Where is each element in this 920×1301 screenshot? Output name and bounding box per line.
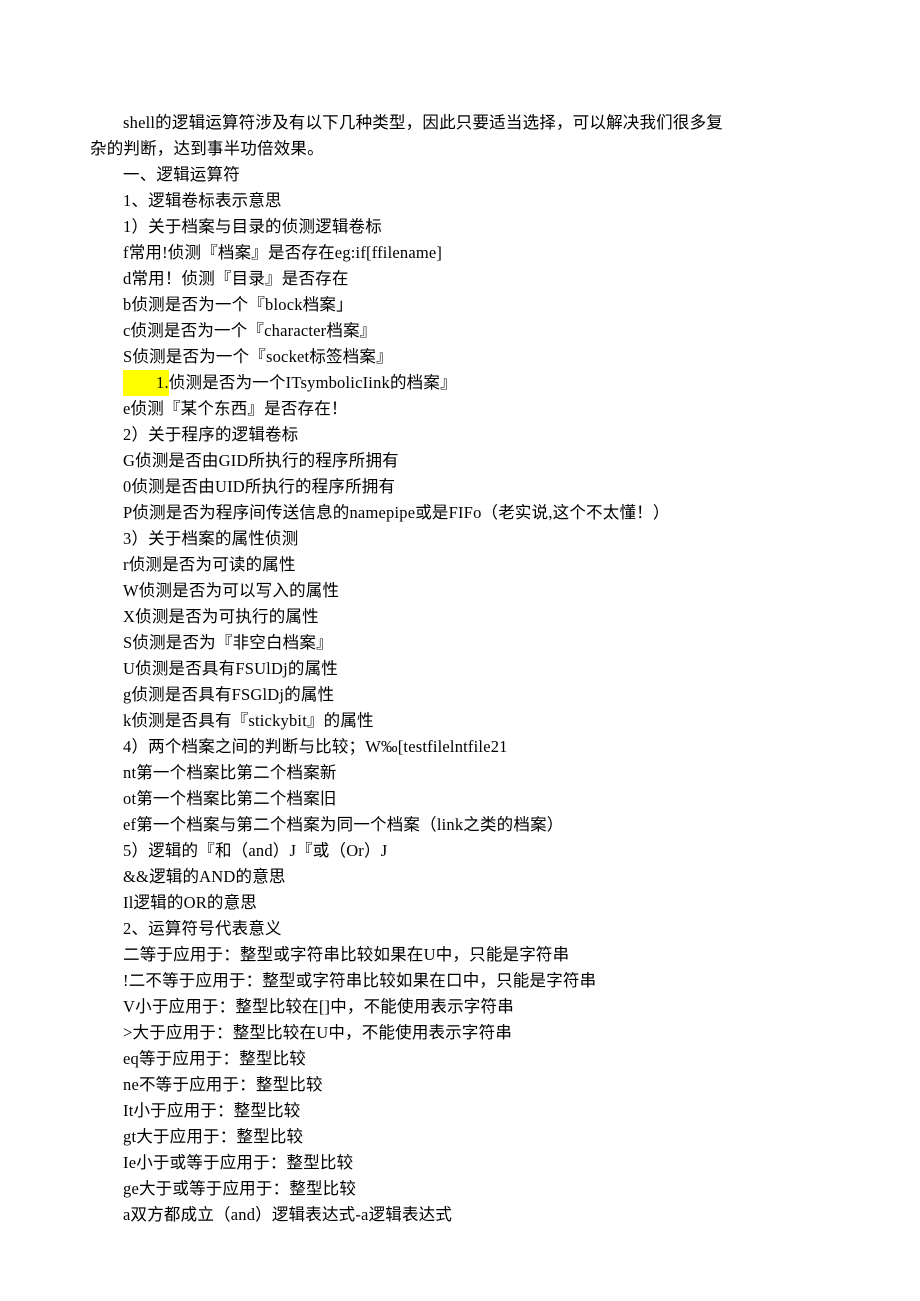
text-line: b侦测是否为一个『block档案」 [90,292,830,318]
text-line: 3）关于档案的属性侦测 [90,526,830,552]
text-line: 2、运算符号代表意义 [90,916,830,942]
text-line: k侦测是否具有『stickybit』的属性 [90,708,830,734]
text-line: 0侦测是否由UID所执行的程序所拥有 [90,474,830,500]
text-line: 杂的判断，达到事半功倍效果。 [90,136,830,162]
text-line: 二等于应用于：整型或字符串比较如果在U中，只能是字符串 [90,942,830,968]
text-line: ne不等于应用于：整型比较 [90,1072,830,1098]
text-line: &&逻辑的AND的意思 [90,864,830,890]
text-line: It小于应用于：整型比较 [90,1098,830,1124]
text-line: a双方都成立（and）逻辑表达式-a逻辑表达式 [90,1202,830,1228]
text-span: 侦测是否为一个ITsymbolicIink的档案』 [169,373,457,392]
text-line: shell的逻辑运算符涉及有以下几种类型，因此只要适当选择，可以解决我们很多复 [90,110,830,136]
text-line: eq等于应用于：整型比较 [90,1046,830,1072]
text-line: e侦测『某个东西』是否存在！ [90,396,830,422]
document-page: shell的逻辑运算符涉及有以下几种类型，因此只要适当选择，可以解决我们很多复杂… [0,0,920,1288]
text-line: c侦测是否为一个『character档案』 [90,318,830,344]
text-line: g侦测是否具有FSGlDj的属性 [90,682,830,708]
text-line: f常用!侦测『档案』是否存在eg:if[ffilename] [90,240,830,266]
text-line: S侦测是否为『非空白档案』 [90,630,830,656]
text-line: 一、逻辑运算符 [90,162,830,188]
text-line: ef第一个档案与第二个档案为同一个档案（link之类的档案） [90,812,830,838]
text-line: ot第一个档案比第二个档案旧 [90,786,830,812]
text-line: d常用！侦测『目录』是否存在 [90,266,830,292]
text-line: X侦测是否为可执行的属性 [90,604,830,630]
text-line: S侦测是否为一个『socket标签档案』 [90,344,830,370]
text-line: V小于应用于：整型比较在[]中，不能使用表示字符串 [90,994,830,1020]
text-line: W侦测是否为可以写入的属性 [90,578,830,604]
text-line: G侦测是否由GID所执行的程序所拥有 [90,448,830,474]
text-line: Il逻辑的OR的意思 [90,890,830,916]
text-line: 4）两个档案之间的判断与比较；W‰[testfilelntfile21 [90,734,830,760]
text-line: !二不等于应用于：整型或字符串比较如果在口中，只能是字符串 [90,968,830,994]
text-line: nt第一个档案比第二个档案新 [90,760,830,786]
text-line: U侦测是否具有FSUlDj的属性 [90,656,830,682]
text-line: ge大于或等于应用于：整型比较 [90,1176,830,1202]
text-line: 1.侦测是否为一个ITsymbolicIink的档案』 [90,370,830,396]
highlight: 1. [123,370,169,396]
text-line: 2）关于程序的逻辑卷标 [90,422,830,448]
text-line: r侦测是否为可读的属性 [90,552,830,578]
text-line: 1）关于档案与目录的侦测逻辑卷标 [90,214,830,240]
text-line: gt大于应用于：整型比较 [90,1124,830,1150]
text-line: Ie小于或等于应用于：整型比较 [90,1150,830,1176]
text-line: 5）逻辑的『和（and）J『或（Or）J [90,838,830,864]
text-line: 1、逻辑卷标表示意思 [90,188,830,214]
text-line: P侦测是否为程序间传送信息的namepipe或是FIFo（老实说,这个不太懂！） [90,500,830,526]
text-line: >大于应用于：整型比较在U中，不能使用表示字符串 [90,1020,830,1046]
